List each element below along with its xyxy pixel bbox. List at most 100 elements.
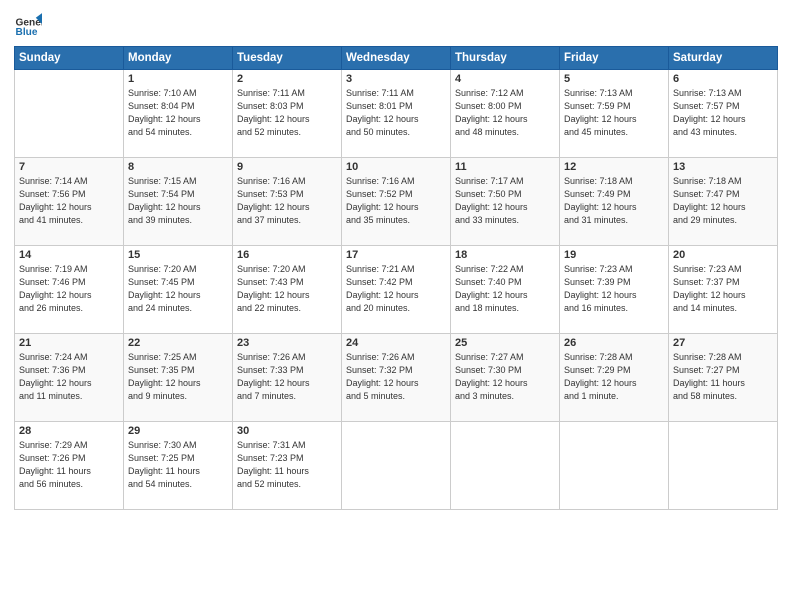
cell-info: Sunrise: 7:11 AM Sunset: 8:01 PM Dayligh… bbox=[346, 87, 446, 139]
cell-info: Sunrise: 7:25 AM Sunset: 7:35 PM Dayligh… bbox=[128, 351, 228, 403]
cell-info: Sunrise: 7:22 AM Sunset: 7:40 PM Dayligh… bbox=[455, 263, 555, 315]
calendar-cell: 16 Sunrise: 7:20 AM Sunset: 7:43 PM Dayli… bbox=[233, 246, 342, 334]
day-number: 19 bbox=[564, 249, 664, 261]
day-number: 18 bbox=[455, 249, 555, 261]
week-row-1: 1Sunrise: 7:10 AM Sunset: 8:04 PM Daylig… bbox=[15, 70, 778, 158]
day-number: 24 bbox=[346, 337, 446, 349]
day-number: 16 bbox=[237, 249, 337, 261]
weekday-header-monday: Monday bbox=[124, 47, 233, 70]
weekday-header-saturday: Saturday bbox=[669, 47, 778, 70]
cell-info: Sunrise: 7:20 AM Sunset: 7:43 PM Dayligh… bbox=[237, 263, 337, 315]
calendar-cell: 26 Sunrise: 7:28 AM Sunset: 7:29 PM Dayli… bbox=[560, 334, 669, 422]
cell-info: Sunrise: 7:17 AM Sunset: 7:50 PM Dayligh… bbox=[455, 175, 555, 227]
calendar-cell: 21Sunrise: 7:24 AM Sunset: 7:36 PM Dayli… bbox=[15, 334, 124, 422]
weekday-header-row: SundayMondayTuesdayWednesdayThursdayFrid… bbox=[15, 47, 778, 70]
logo-icon: General Blue bbox=[14, 10, 42, 38]
cell-info: Sunrise: 7:28 AM Sunset: 7:27 PM Dayligh… bbox=[673, 351, 773, 403]
cell-info: Sunrise: 7:14 AM Sunset: 7:56 PM Dayligh… bbox=[19, 175, 119, 227]
day-number: 5 bbox=[564, 73, 664, 85]
calendar-table: SundayMondayTuesdayWednesdayThursdayFrid… bbox=[14, 46, 778, 510]
day-number: 30 bbox=[237, 425, 337, 437]
calendar-cell: 22 Sunrise: 7:25 AM Sunset: 7:35 PM Dayli… bbox=[124, 334, 233, 422]
cell-info: Sunrise: 7:31 AM Sunset: 7:23 PM Dayligh… bbox=[237, 439, 337, 491]
day-number: 25 bbox=[455, 337, 555, 349]
weekday-header-friday: Friday bbox=[560, 47, 669, 70]
week-row-5: 28 Sunrise: 7:29 AM Sunset: 7:26 PM Dayli… bbox=[15, 422, 778, 510]
day-number: 8 bbox=[128, 161, 228, 173]
cell-info: Sunrise: 7:28 AM Sunset: 7:29 PM Dayligh… bbox=[564, 351, 664, 403]
calendar-cell: 24 Sunrise: 7:26 AM Sunset: 7:32 PM Dayli… bbox=[342, 334, 451, 422]
calendar-cell bbox=[451, 422, 560, 510]
cell-info: Sunrise: 7:27 AM Sunset: 7:30 PM Dayligh… bbox=[455, 351, 555, 403]
day-number: 23 bbox=[237, 337, 337, 349]
calendar-cell: 15 Sunrise: 7:20 AM Sunset: 7:45 PM Dayli… bbox=[124, 246, 233, 334]
day-number: 22 bbox=[128, 337, 228, 349]
calendar-cell: 3 Sunrise: 7:11 AM Sunset: 8:01 PM Daylig… bbox=[342, 70, 451, 158]
day-number: 14 bbox=[19, 249, 119, 261]
calendar-cell: 5 Sunrise: 7:13 AM Sunset: 7:59 PM Daylig… bbox=[560, 70, 669, 158]
calendar-cell: 20Sunrise: 7:23 AM Sunset: 7:37 PM Dayli… bbox=[669, 246, 778, 334]
cell-info: Sunrise: 7:19 AM Sunset: 7:46 PM Dayligh… bbox=[19, 263, 119, 315]
calendar-cell: 14 Sunrise: 7:19 AM Sunset: 7:46 PM Dayli… bbox=[15, 246, 124, 334]
logo: General Blue bbox=[14, 10, 42, 38]
calendar-cell bbox=[15, 70, 124, 158]
day-number: 15 bbox=[128, 249, 228, 261]
calendar-cell: 13Sunrise: 7:18 AM Sunset: 7:47 PM Dayli… bbox=[669, 158, 778, 246]
calendar-cell: 28 Sunrise: 7:29 AM Sunset: 7:26 PM Dayli… bbox=[15, 422, 124, 510]
calendar-cell: 7Sunrise: 7:14 AM Sunset: 7:56 PM Daylig… bbox=[15, 158, 124, 246]
cell-info: Sunrise: 7:11 AM Sunset: 8:03 PM Dayligh… bbox=[237, 87, 337, 139]
calendar-body: 1Sunrise: 7:10 AM Sunset: 8:04 PM Daylig… bbox=[15, 70, 778, 510]
day-number: 3 bbox=[346, 73, 446, 85]
day-number: 6 bbox=[673, 73, 773, 85]
calendar-cell: 30 Sunrise: 7:31 AM Sunset: 7:23 PM Dayli… bbox=[233, 422, 342, 510]
day-number: 20 bbox=[673, 249, 773, 261]
cell-info: Sunrise: 7:23 AM Sunset: 7:39 PM Dayligh… bbox=[564, 263, 664, 315]
weekday-header-sunday: Sunday bbox=[15, 47, 124, 70]
day-number: 12 bbox=[564, 161, 664, 173]
cell-info: Sunrise: 7:20 AM Sunset: 7:45 PM Dayligh… bbox=[128, 263, 228, 315]
calendar-cell bbox=[342, 422, 451, 510]
cell-info: Sunrise: 7:15 AM Sunset: 7:54 PM Dayligh… bbox=[128, 175, 228, 227]
day-number: 28 bbox=[19, 425, 119, 437]
calendar-cell: 6 Sunrise: 7:13 AM Sunset: 7:57 PM Daylig… bbox=[669, 70, 778, 158]
calendar-cell: 19 Sunrise: 7:23 AM Sunset: 7:39 PM Dayli… bbox=[560, 246, 669, 334]
calendar-cell: 23 Sunrise: 7:26 AM Sunset: 7:33 PM Dayli… bbox=[233, 334, 342, 422]
day-number: 29 bbox=[128, 425, 228, 437]
header: General Blue bbox=[14, 10, 778, 38]
page: General Blue SundayMondayTuesdayWednesda… bbox=[0, 0, 792, 612]
cell-info: Sunrise: 7:16 AM Sunset: 7:52 PM Dayligh… bbox=[346, 175, 446, 227]
day-number: 4 bbox=[455, 73, 555, 85]
calendar-cell bbox=[669, 422, 778, 510]
cell-info: Sunrise: 7:30 AM Sunset: 7:25 PM Dayligh… bbox=[128, 439, 228, 491]
day-number: 21 bbox=[19, 337, 119, 349]
calendar-cell: 2 Sunrise: 7:11 AM Sunset: 8:03 PM Daylig… bbox=[233, 70, 342, 158]
weekday-header-thursday: Thursday bbox=[451, 47, 560, 70]
cell-info: Sunrise: 7:16 AM Sunset: 7:53 PM Dayligh… bbox=[237, 175, 337, 227]
calendar-cell bbox=[560, 422, 669, 510]
calendar-cell: 29 Sunrise: 7:30 AM Sunset: 7:25 PM Dayli… bbox=[124, 422, 233, 510]
calendar-cell: 12Sunrise: 7:18 AM Sunset: 7:49 PM Dayli… bbox=[560, 158, 669, 246]
day-number: 10 bbox=[346, 161, 446, 173]
cell-info: Sunrise: 7:26 AM Sunset: 7:33 PM Dayligh… bbox=[237, 351, 337, 403]
day-number: 27 bbox=[673, 337, 773, 349]
day-number: 17 bbox=[346, 249, 446, 261]
cell-info: Sunrise: 7:29 AM Sunset: 7:26 PM Dayligh… bbox=[19, 439, 119, 491]
day-number: 2 bbox=[237, 73, 337, 85]
calendar-cell: 9 Sunrise: 7:16 AM Sunset: 7:53 PM Daylig… bbox=[233, 158, 342, 246]
calendar-cell: 18 Sunrise: 7:22 AM Sunset: 7:40 PM Dayli… bbox=[451, 246, 560, 334]
weekday-header-wednesday: Wednesday bbox=[342, 47, 451, 70]
cell-info: Sunrise: 7:26 AM Sunset: 7:32 PM Dayligh… bbox=[346, 351, 446, 403]
cell-info: Sunrise: 7:13 AM Sunset: 7:57 PM Dayligh… bbox=[673, 87, 773, 139]
week-row-2: 7Sunrise: 7:14 AM Sunset: 7:56 PM Daylig… bbox=[15, 158, 778, 246]
calendar-cell: 8 Sunrise: 7:15 AM Sunset: 7:54 PM Daylig… bbox=[124, 158, 233, 246]
day-number: 26 bbox=[564, 337, 664, 349]
calendar-cell: 27 Sunrise: 7:28 AM Sunset: 7:27 PM Dayli… bbox=[669, 334, 778, 422]
calendar-cell: 11Sunrise: 7:17 AM Sunset: 7:50 PM Dayli… bbox=[451, 158, 560, 246]
day-number: 9 bbox=[237, 161, 337, 173]
cell-info: Sunrise: 7:10 AM Sunset: 8:04 PM Dayligh… bbox=[128, 87, 228, 139]
cell-info: Sunrise: 7:13 AM Sunset: 7:59 PM Dayligh… bbox=[564, 87, 664, 139]
cell-info: Sunrise: 7:21 AM Sunset: 7:42 PM Dayligh… bbox=[346, 263, 446, 315]
calendar-cell: 17 Sunrise: 7:21 AM Sunset: 7:42 PM Dayli… bbox=[342, 246, 451, 334]
svg-text:Blue: Blue bbox=[16, 27, 38, 38]
day-number: 13 bbox=[673, 161, 773, 173]
